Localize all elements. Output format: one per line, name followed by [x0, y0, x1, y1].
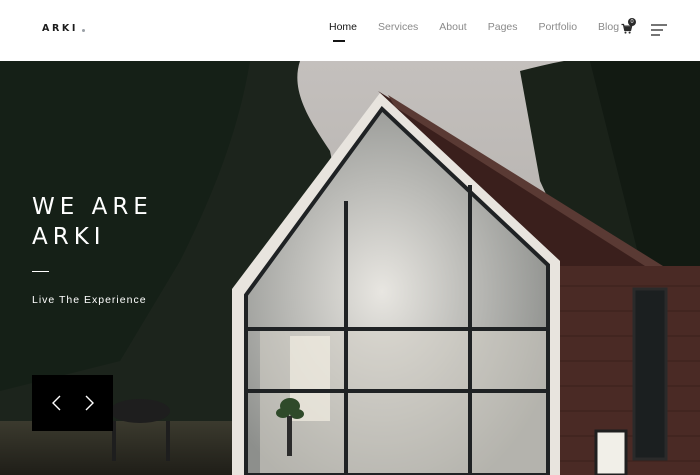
menu-button[interactable]: [651, 23, 667, 36]
logo-text[interactable]: ARKI: [42, 23, 78, 34]
chevron-left-icon[interactable]: [50, 394, 64, 412]
nav-item-pages[interactable]: Pages: [488, 21, 518, 33]
site-header: ARKI Home Services About Pages Portfolio…: [0, 0, 700, 61]
logo-dot: [81, 28, 85, 32]
hero-title-line1: WE ARE: [32, 194, 153, 220]
nav-item-home[interactable]: Home: [329, 21, 357, 42]
chevron-right-icon[interactable]: [82, 394, 96, 412]
nav-item-about[interactable]: About: [439, 21, 466, 33]
cart-count-badge: 0: [628, 18, 636, 26]
hero-title-line2: ARKI: [32, 224, 106, 250]
nav-item-blog[interactable]: Blog: [598, 21, 619, 33]
nav-item-portfolio[interactable]: Portfolio: [539, 21, 578, 33]
main-nav: Home Services About Pages Portfolio Blog: [329, 21, 640, 42]
logo[interactable]: ARKI: [42, 23, 85, 34]
hero-subtitle: Live The Experience: [32, 294, 147, 306]
cart-button[interactable]: 0: [621, 18, 637, 36]
slider-controls: [32, 375, 113, 431]
menu-icon: [651, 24, 667, 36]
hero-title: WE ARE ARKI: [32, 192, 153, 252]
nav-item-services[interactable]: Services: [378, 21, 418, 33]
hero-divider: [32, 271, 49, 272]
hero-slider: WE ARE ARKI Live The Experience: [0, 61, 700, 475]
